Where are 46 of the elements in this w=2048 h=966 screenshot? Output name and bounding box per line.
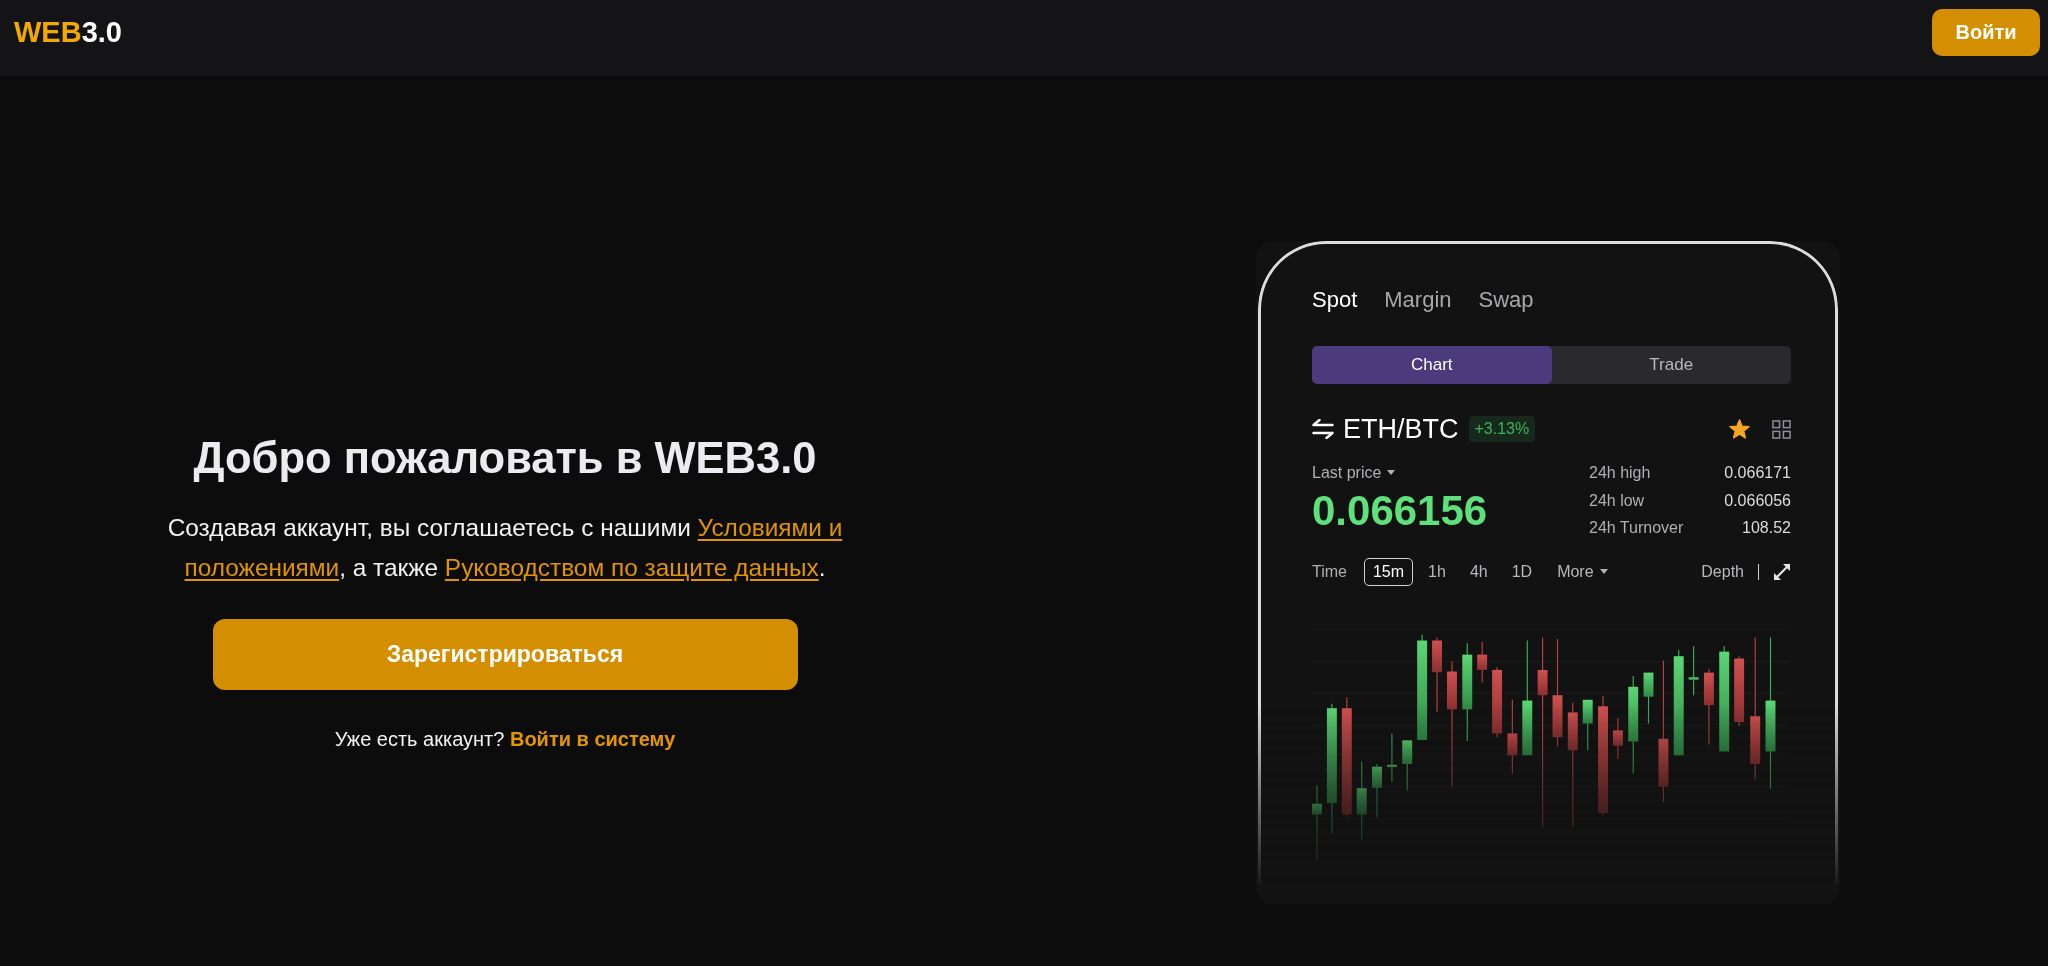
terms-link[interactable]: Условиями и — [697, 514, 843, 541]
candle — [1734, 655, 1745, 726]
star-icon[interactable] — [1729, 419, 1750, 439]
interval-tab[interactable]: 1D — [1502, 557, 1542, 586]
terms-consent-text: Создавая аккаунт, вы соглашаетесь с нашими Условиями и положениями, а также Руководством по защите данных. — [166, 513, 844, 583]
candle — [1402, 739, 1413, 791]
interval-tab[interactable]: 15m — [1363, 557, 1414, 586]
stat-label: 24h Turnover — [1589, 518, 1684, 538]
caret-icon — [1599, 569, 1608, 574]
signin-prompt-text: Уже есть аккаунт? Войти в систему — [334, 727, 676, 752]
depth-button[interactable]: Depth — [1701, 562, 1744, 581]
interval-tab[interactable]: 4h — [1460, 557, 1497, 586]
stat-label: 24h low — [1589, 490, 1646, 511]
candle — [1372, 762, 1382, 818]
last-price-dropdown[interactable]: Last price — [1312, 459, 1396, 486]
more-dropdown[interactable]: More — [1557, 562, 1608, 581]
candle — [1386, 732, 1397, 783]
welcome-heading: Добро пожаловать в WEB3.0 — [193, 433, 817, 484]
terms-link[interactable]: Руководством по защите данных — [444, 554, 819, 581]
change-badge: +3.13% — [1468, 416, 1536, 442]
candle — [1582, 698, 1593, 751]
market-tab[interactable]: Spot — [1312, 285, 1358, 315]
stat-value: 108.52 — [1741, 518, 1791, 538]
view-tab[interactable]: Trade — [1551, 346, 1791, 384]
caret-icon — [1387, 470, 1396, 475]
terms-link[interactable]: положениями — [184, 554, 340, 581]
candle — [1612, 717, 1623, 759]
candle — [1492, 666, 1503, 738]
grid-icon[interactable] — [1772, 419, 1791, 439]
market-tab[interactable]: Margin — [1384, 285, 1452, 315]
candle — [1643, 671, 1654, 724]
candle — [1477, 641, 1488, 683]
stat-value: 0.066171 — [1724, 463, 1791, 483]
last-price-value: 0.066156 — [1312, 486, 1488, 536]
swap-arrows-icon[interactable] — [1312, 419, 1334, 439]
stat-label: 24h high — [1589, 463, 1652, 483]
market-tab[interactable]: Swap — [1478, 285, 1534, 315]
interval-tab[interactable]: 1h — [1419, 557, 1455, 586]
signin-link[interactable]: Войти в систему — [509, 728, 676, 750]
pair-name: ETH/BTC — [1343, 413, 1459, 445]
time-label: Time — [1312, 562, 1347, 581]
expand-icon[interactable] — [1773, 562, 1791, 581]
stat-value: 0.066056 — [1724, 490, 1791, 511]
view-tab[interactable]: Chart — [1312, 346, 1552, 384]
candle — [1688, 645, 1699, 696]
site-logo[interactable]: WEB3.0 — [14, 18, 122, 47]
